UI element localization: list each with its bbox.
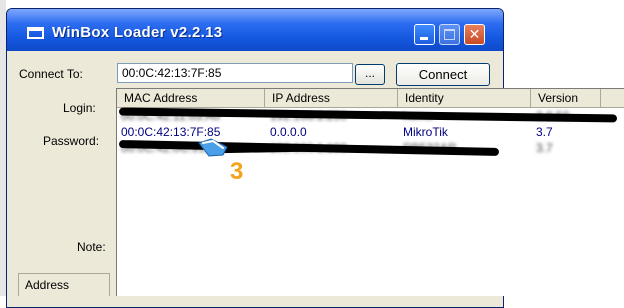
- connect-button[interactable]: Connect: [396, 63, 490, 86]
- close-button[interactable]: [464, 24, 485, 45]
- window-title: WinBox Loader v2.2.13: [52, 24, 223, 41]
- column-header-ip[interactable]: IP Address: [265, 89, 398, 108]
- note-label: Note:: [77, 240, 106, 254]
- step-number-annotation: 3: [230, 158, 244, 185]
- connect-to-label: Connect To:: [19, 67, 83, 81]
- login-label: Login:: [63, 101, 96, 115]
- browse-button[interactable]: ...: [355, 64, 385, 85]
- column-header-identity[interactable]: Identity: [398, 89, 531, 108]
- row-version-cell: 3.7: [536, 125, 553, 139]
- column-header-mac[interactable]: MAC Address: [117, 89, 265, 108]
- row-identity-cell: MikroTik: [403, 125, 448, 139]
- device-list-dropdown[interactable]: MAC Address IP Address Identity Version …: [116, 88, 624, 296]
- window-app-icon: [27, 27, 44, 39]
- list-header: MAC Address IP Address Identity Version: [117, 89, 624, 108]
- row-ip-cell: 0.0.0.0: [270, 125, 307, 139]
- password-label: Password:: [43, 134, 100, 148]
- column-header-filler: [601, 89, 624, 108]
- address-tab[interactable]: Address: [18, 273, 110, 296]
- maximize-button[interactable]: [439, 24, 460, 45]
- minimize-button[interactable]: [414, 24, 435, 45]
- title-bar[interactable]: WinBox Loader v2.2.13: [7, 9, 503, 51]
- hand-pointer-icon: [197, 137, 231, 164]
- column-header-version[interactable]: Version: [531, 89, 601, 108]
- row-version-cell: 3.7: [536, 141, 553, 155]
- connect-to-field[interactable]: 00:0C:42:13:7F:85: [117, 63, 353, 83]
